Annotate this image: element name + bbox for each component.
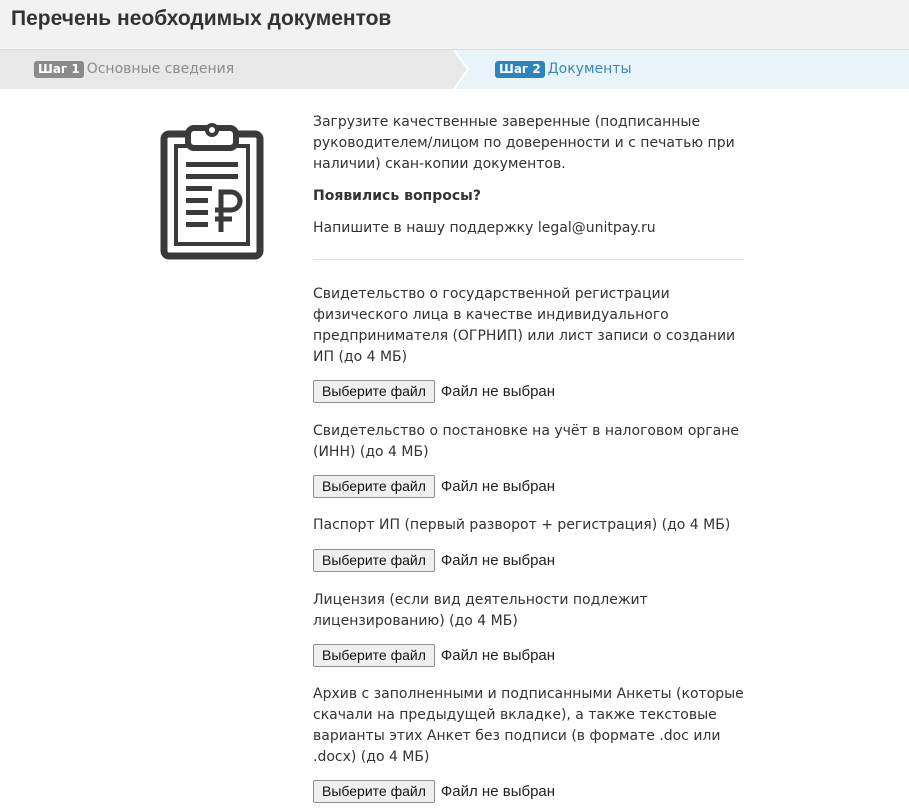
file-status: Файл не выбран	[440, 647, 556, 664]
upload-instructions: Загрузите качественные заверенные (подпи…	[313, 114, 735, 172]
document-label: Архив с заполненными и подписанными Анке…	[313, 686, 744, 765]
document-label: Свидетельство о постановке на учёт в нал…	[313, 423, 739, 460]
document-label: Паспорт ИП (первый разворот + регистраци…	[313, 517, 731, 533]
file-status: Файл не выбран	[440, 783, 556, 800]
choose-file-button[interactable]: Выберите файл	[313, 475, 435, 498]
file-input-passport[interactable]: Выберите файл Файл не выбран	[313, 549, 555, 572]
step-1-badge: Шаг 1	[34, 61, 84, 78]
page-title: Перечень необходимых документов	[11, 7, 392, 30]
questions-heading: Появились вопросы?	[313, 188, 481, 204]
step-2[interactable]: Шаг 2 Документы	[495, 61, 632, 78]
wizard-steps: Шаг 1 Основные сведения Шаг 2 Документы	[0, 50, 909, 89]
step-separator-arrow	[448, 50, 470, 89]
file-input-archive[interactable]: Выберите файл Файл не выбран	[313, 780, 555, 803]
file-status: Файл не выбран	[440, 552, 556, 569]
document-license: Лицензия (если вид деятельности подлежит…	[313, 590, 753, 667]
step-1[interactable]: Шаг 1 Основные сведения	[34, 61, 234, 78]
choose-file-button[interactable]: Выберите файл	[313, 380, 435, 403]
choose-file-button[interactable]: Выберите файл	[313, 780, 435, 803]
page-header: Перечень необходимых документов	[0, 0, 909, 50]
document-label: Лицензия (если вид деятельности подлежит…	[313, 592, 648, 629]
file-status: Файл не выбран	[440, 478, 556, 495]
document-inn: Свидетельство о постановке на учёт в нал…	[313, 421, 753, 498]
divider	[313, 259, 744, 260]
choose-file-button[interactable]: Выберите файл	[313, 549, 435, 572]
support-text: Напишите в нашу поддержку legal@unitpay.…	[313, 220, 656, 236]
step-1-label: Основные сведения	[86, 61, 235, 77]
file-input-license[interactable]: Выберите файл Файл не выбран	[313, 644, 555, 667]
document-passport: Паспорт ИП (первый разворот + регистраци…	[313, 515, 753, 572]
instructions: Загрузите качественные заверенные (подпи…	[313, 112, 753, 239]
document-label: Свидетельство о государственной регистра…	[313, 286, 736, 365]
file-input-inn[interactable]: Выберите файл Файл не выбран	[313, 475, 555, 498]
document-ogrnip: Свидетельство о государственной регистра…	[313, 284, 753, 403]
clipboard-ruble-icon	[160, 123, 264, 260]
file-input-ogrnip[interactable]: Выберите файл Файл не выбран	[313, 380, 555, 403]
document-archive: Архив с заполненными и подписанными Анке…	[313, 684, 753, 803]
step-2-label: Документы	[547, 61, 632, 77]
choose-file-button[interactable]: Выберите файл	[313, 644, 435, 667]
file-status: Файл не выбран	[440, 383, 556, 400]
step-2-badge: Шаг 2	[495, 61, 545, 78]
